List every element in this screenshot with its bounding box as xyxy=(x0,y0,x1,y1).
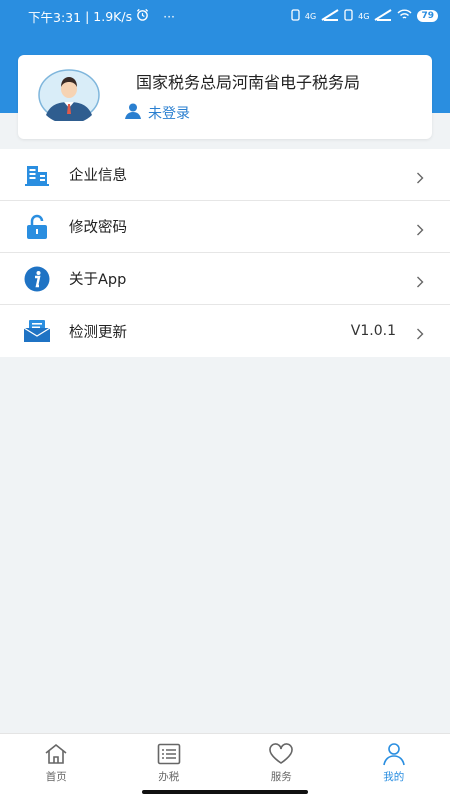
status-bar: 下午3:31 | 1.9K/s ··· 4G 4G 79 xyxy=(0,0,450,32)
alarm-icon xyxy=(136,8,149,24)
more-notifications-icon: ··· xyxy=(163,8,176,24)
person-icon xyxy=(381,741,407,767)
menu-item-check-update[interactable]: 检测更新 V1.0.1 xyxy=(0,305,450,357)
app-version: V1.0.1 xyxy=(350,323,396,339)
login-status[interactable]: 未登录 xyxy=(124,102,190,124)
nav-tab-mine[interactable]: 我的 xyxy=(338,734,450,800)
chevron-right-icon xyxy=(416,169,424,188)
login-status-label: 未登录 xyxy=(148,106,190,122)
profile-card[interactable]: 国家税务总局河南省电子税务局 未登录 xyxy=(18,55,432,139)
menu-item-change-password[interactable]: 修改密码 xyxy=(0,201,450,253)
network-type-1: 4G xyxy=(304,11,317,21)
nav-label: 办税 xyxy=(158,771,180,783)
nav-label: 我的 xyxy=(383,771,405,783)
battery-indicator: 79 xyxy=(417,10,438,22)
network-speed: 1.9K/s xyxy=(93,8,133,24)
avatar[interactable] xyxy=(38,69,100,124)
menu-item-company-info[interactable]: 企业信息 xyxy=(0,149,450,201)
chevron-right-icon xyxy=(416,273,424,292)
nav-label: 服务 xyxy=(270,771,292,783)
nav-tab-home[interactable]: 首页 xyxy=(0,734,113,800)
person-icon xyxy=(124,102,142,124)
status-time: 下午3:31 xyxy=(28,9,82,25)
heart-icon xyxy=(268,741,294,767)
info-icon xyxy=(23,266,51,292)
settings-menu: 企业信息 修改密码 关于App 检测更新 V1.0.1 xyxy=(0,149,450,357)
home-icon xyxy=(43,741,69,767)
building-icon xyxy=(23,162,51,188)
network-type-2: 4G xyxy=(358,11,370,21)
menu-item-about-app[interactable]: 关于App xyxy=(0,253,450,305)
signal-icon-2 xyxy=(374,8,392,24)
vibrate-icon xyxy=(291,8,300,24)
lock-icon xyxy=(23,214,51,240)
signal-icon-1 xyxy=(321,8,339,24)
wifi-icon xyxy=(397,9,412,24)
vibrate-icon-2 xyxy=(344,8,353,24)
menu-label: 企业信息 xyxy=(69,168,127,184)
chevron-right-icon xyxy=(416,325,424,344)
home-indicator[interactable] xyxy=(142,790,308,794)
menu-label: 关于App xyxy=(69,272,127,288)
menu-label: 检测更新 xyxy=(69,324,127,341)
list-icon xyxy=(156,741,182,767)
mail-icon xyxy=(23,318,51,344)
nav-label: 首页 xyxy=(45,771,67,783)
organization-title: 国家税务总局河南省电子税务局 xyxy=(136,73,361,92)
chevron-right-icon xyxy=(416,221,424,240)
menu-label: 修改密码 xyxy=(69,220,127,236)
